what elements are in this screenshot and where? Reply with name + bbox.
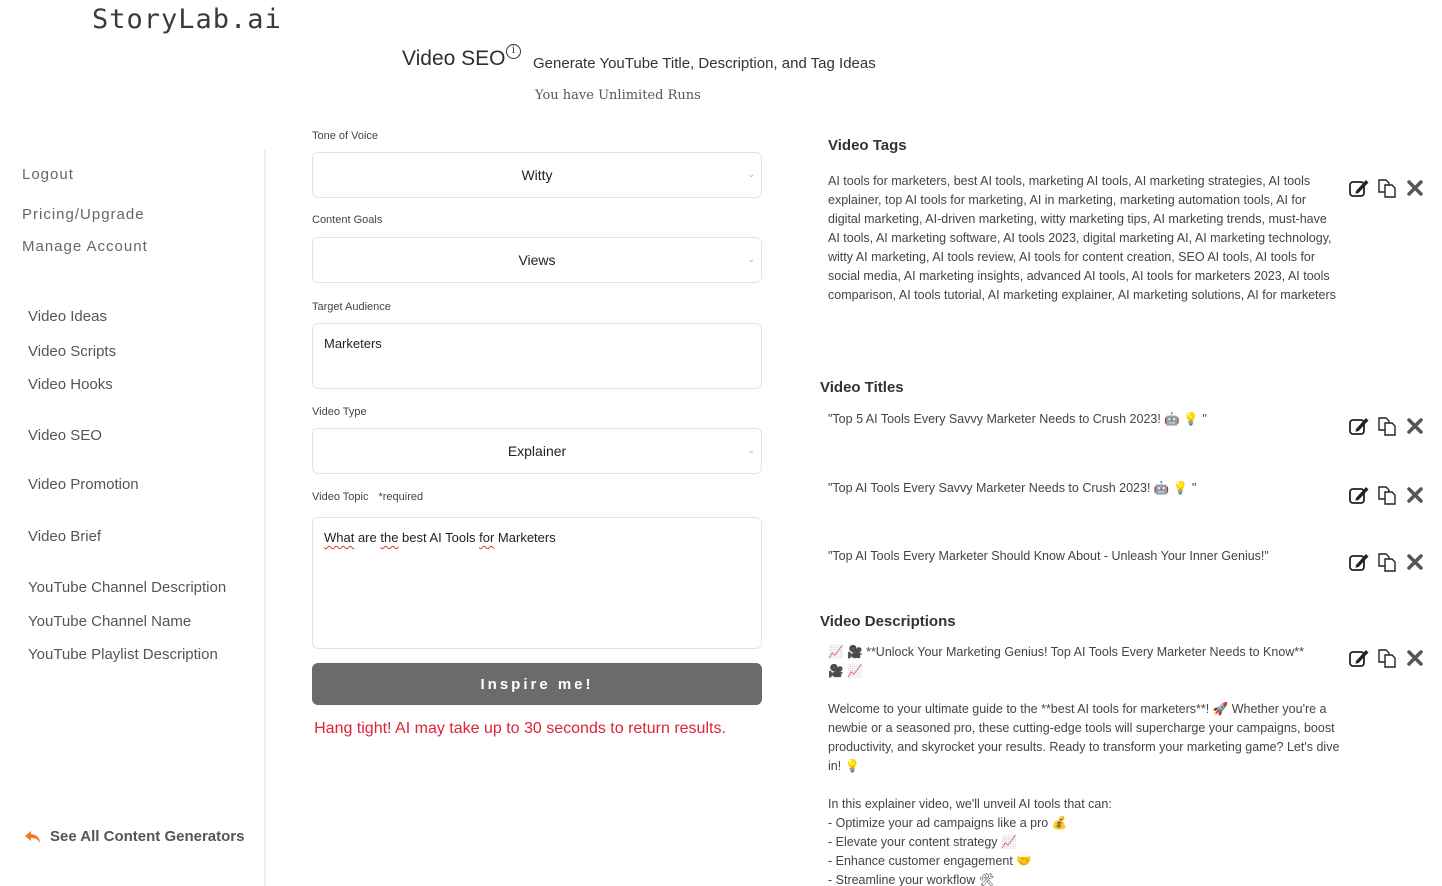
inspire-me-button[interactable]: Inspire me! [312, 663, 762, 705]
chevron-down-icon: ⌄ [747, 445, 755, 455]
title-text: "Top 5 AI Tools Every Savvy Marketer Nee… [828, 412, 1207, 426]
title-text: "Top AI Tools Every Savvy Marketer Needs… [828, 481, 1197, 495]
edit-icon[interactable] [1348, 177, 1370, 199]
manage-account-link[interactable]: Manage Account [22, 238, 148, 255]
tags-result: AI tools for marketers, best AI tools, m… [828, 172, 1340, 305]
topic-word: best AI Tools [398, 530, 480, 545]
copy-icon[interactable] [1376, 415, 1398, 437]
info-icon[interactable]: i [506, 44, 521, 59]
brand-logo[interactable]: StoryLab.ai [92, 4, 282, 35]
reply-arrow-icon [25, 830, 40, 843]
sidebar-item-video-ideas[interactable]: Video Ideas [28, 308, 107, 325]
title-result: "Top AI Tools Every Marketer Should Know… [828, 547, 1340, 566]
goals-label: Content Goals [312, 214, 383, 226]
topic-label: Video Topic *required [312, 491, 423, 503]
description-result: 📈 🎥 **Unlock Your Marketing Genius! Top … [828, 643, 1340, 886]
description-list: In this explainer video, we'll unveil AI… [828, 797, 1112, 886]
audience-value: Marketers [324, 336, 382, 351]
topic-word: What [324, 530, 355, 545]
sidebar-item-youtube-channel-description[interactable]: YouTube Channel Description [28, 579, 226, 596]
descriptions-section-title: Video Descriptions [820, 613, 956, 630]
delete-icon[interactable] [1404, 177, 1426, 199]
goals-value: Views [518, 252, 556, 268]
required-marker: *required [378, 491, 424, 503]
sidebar-item-video-seo[interactable]: Video SEO [28, 427, 102, 444]
wait-message: Hang tight! AI may take up to 30 seconds… [314, 720, 726, 737]
title-text: "Top AI Tools Every Marketer Should Know… [828, 549, 1269, 563]
delete-icon[interactable] [1404, 647, 1426, 669]
chevron-down-icon: ⌄ [747, 254, 755, 264]
title-actions [1348, 415, 1426, 437]
copy-icon[interactable] [1376, 484, 1398, 506]
sidebar-item-video-promotion[interactable]: Video Promotion [28, 476, 139, 493]
see-all-generators-link[interactable]: See All Content Generators [24, 828, 245, 845]
title-actions [1348, 551, 1426, 573]
delete-icon[interactable] [1404, 484, 1426, 506]
title-result: "Top AI Tools Every Savvy Marketer Needs… [828, 479, 1340, 498]
copy-icon[interactable] [1376, 551, 1398, 573]
delete-icon[interactable] [1404, 415, 1426, 437]
sidebar-item-youtube-channel-name[interactable]: YouTube Channel Name [28, 613, 191, 630]
topic-textarea[interactable]: What are the best AI Tools for Marketers [312, 517, 762, 649]
chevron-down-icon: ⌄ [747, 169, 755, 179]
topic-label-text: Video Topic [312, 491, 369, 503]
titles-section-title: Video Titles [820, 379, 904, 396]
edit-icon[interactable] [1348, 551, 1370, 573]
edit-icon[interactable] [1348, 415, 1370, 437]
topic-word: Marketers [494, 530, 556, 545]
runs-remaining: You have Unlimited Runs [535, 88, 701, 103]
audience-label: Target Audience [312, 301, 391, 313]
description-actions [1348, 647, 1426, 669]
sidebar-item-video-brief[interactable]: Video Brief [28, 528, 101, 545]
tags-text: AI tools for marketers, best AI tools, m… [828, 174, 1336, 302]
sidebar-item-youtube-playlist-description[interactable]: YouTube Playlist Description [28, 646, 218, 663]
sidebar: Logout Pricing/Upgrade Manage Account Vi… [0, 150, 266, 886]
tone-label: Tone of Voice [312, 130, 379, 142]
edit-icon[interactable] [1348, 647, 1370, 669]
video-type-label: Video Type [312, 406, 367, 418]
sidebar-item-video-hooks[interactable]: Video Hooks [28, 376, 113, 393]
page-subtitle: Generate YouTube Title, Description, and… [533, 55, 876, 72]
see-all-label: See All Content Generators [50, 828, 245, 845]
tags-actions [1348, 177, 1426, 199]
video-type-value: Explainer [507, 443, 567, 459]
page-title: Video SEO [402, 47, 506, 70]
sidebar-item-video-scripts[interactable]: Video Scripts [28, 343, 116, 360]
title-actions [1348, 484, 1426, 506]
delete-icon[interactable] [1404, 551, 1426, 573]
topic-word: for [479, 530, 495, 545]
edit-icon[interactable] [1348, 484, 1370, 506]
goals-select[interactable]: Views ⌄ [312, 237, 762, 283]
pricing-upgrade-link[interactable]: Pricing/Upgrade [22, 206, 145, 223]
video-type-select[interactable]: Explainer ⌄ [312, 428, 762, 474]
audience-input[interactable]: Marketers [312, 323, 762, 389]
topic-word: the [380, 530, 399, 545]
copy-icon[interactable] [1376, 177, 1398, 199]
copy-icon[interactable] [1376, 647, 1398, 669]
logout-link[interactable]: Logout [22, 166, 74, 183]
tone-value: Witty [521, 167, 553, 183]
title-result: "Top 5 AI Tools Every Savvy Marketer Nee… [828, 410, 1340, 429]
topic-word: are [354, 530, 381, 545]
description-intro: Welcome to your ultimate guide to the **… [828, 702, 1343, 773]
tags-section-title: Video Tags [828, 137, 907, 154]
tone-select[interactable]: Witty ⌄ [312, 152, 762, 198]
description-headline: 📈 🎥 **Unlock Your Marketing Genius! Top … [828, 645, 1305, 678]
